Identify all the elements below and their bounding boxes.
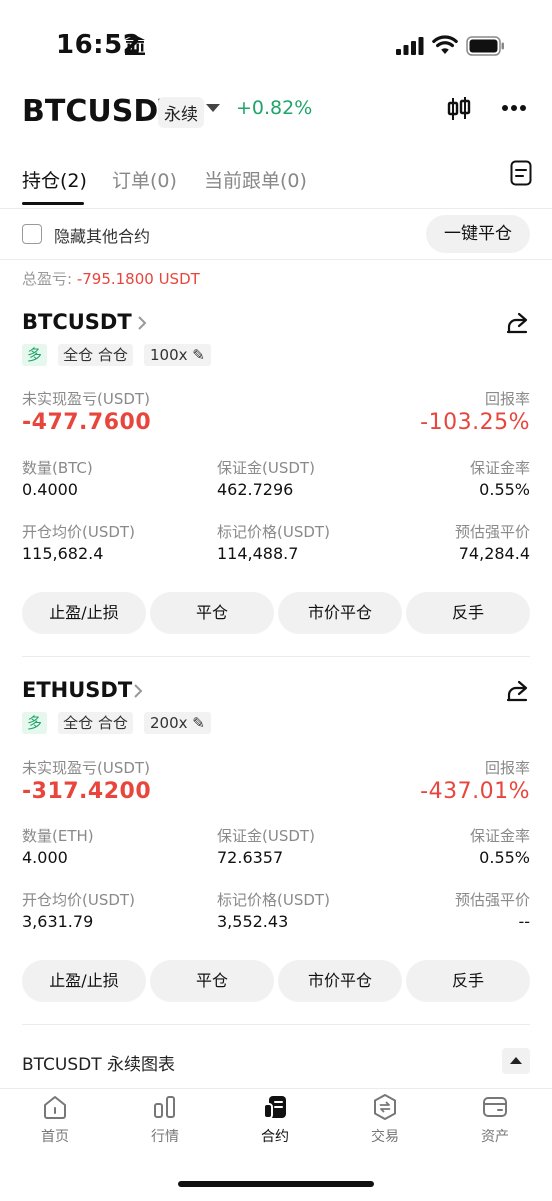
chart-panel-title[interactable]: BTCUSDT 永续图表	[22, 1050, 175, 1075]
quantity-label: 数量(ETH)	[22, 827, 94, 845]
edit-icon: ✎	[192, 714, 205, 732]
trade-icon	[374, 1094, 396, 1120]
futures-icon	[263, 1096, 286, 1119]
position-tags: 多 全仓 合仓 100x ✎	[22, 344, 211, 368]
wallet-icon	[483, 1097, 507, 1117]
total-pnl-label: 总盈亏:	[22, 270, 77, 288]
tp-sl-button[interactable]: 止盈/止损	[22, 592, 146, 634]
filter-divider	[0, 259, 552, 260]
symbol-title[interactable]: BTCUSDT	[22, 94, 179, 129]
tab-positions[interactable]: 持仓(2)	[22, 166, 87, 193]
price-change: +0.82%	[236, 97, 313, 119]
liq-price-label: 预估强平价	[454, 523, 530, 541]
share-icon[interactable]	[505, 311, 529, 335]
entry-price-label: 开仓均价(USDT)	[22, 523, 135, 541]
leverage-badge[interactable]: 100x ✎	[143, 344, 211, 366]
liq-price-value: 74,284.4	[458, 544, 530, 563]
status-bar: 16:52	[0, 0, 552, 88]
market-close-button[interactable]: 市价平仓	[278, 960, 402, 1002]
cellular-signal-icon	[396, 37, 424, 55]
margin-ratio-value: 0.55%	[479, 848, 530, 867]
chevron-right-icon[interactable]	[133, 683, 143, 699]
home-indicator	[178, 1181, 374, 1187]
margin-ratio-value: 0.55%	[479, 480, 530, 499]
leverage-value: 100x	[149, 346, 188, 364]
reverse-position-button[interactable]: 反手	[406, 592, 530, 634]
margin-mode-badge: 全仓 合仓	[58, 712, 133, 734]
pnl-label: 未实现盈亏(USDT)	[22, 390, 150, 408]
mark-price-value: 114,488.7	[217, 544, 299, 563]
roe-value: -437.01%	[420, 779, 530, 804]
more-options-icon[interactable]	[501, 104, 527, 112]
nav-label: 首页	[41, 1129, 69, 1145]
symbol-dropdown-icon[interactable]	[206, 104, 220, 112]
hide-other-contracts-label: 隐藏其他合约	[54, 227, 151, 246]
bank-icon	[125, 35, 145, 55]
entry-price-value: 115,682.4	[22, 544, 104, 563]
quantity-value: 4.000	[22, 848, 68, 867]
edit-icon: ✎	[192, 346, 205, 364]
total-pnl: 总盈亏: -795.1800 USDT	[22, 268, 200, 289]
nav-label: 资产	[481, 1129, 509, 1145]
total-pnl-value: -795.1800 USDT	[76, 270, 200, 288]
mark-price-label: 标记价格(USDT)	[217, 891, 330, 909]
home-icon	[44, 1096, 66, 1119]
wifi-icon	[432, 35, 458, 54]
unrealized-pnl: -477.7600	[22, 410, 152, 435]
expand-chart-button[interactable]	[502, 1048, 530, 1074]
quantity-value: 0.4000	[22, 480, 78, 499]
mark-price-label: 标记价格(USDT)	[217, 523, 330, 541]
margin-mode-badge: 全仓 合仓	[58, 344, 133, 366]
entry-price-value: 3,631.79	[22, 912, 94, 931]
nav-label: 合约	[261, 1129, 289, 1145]
quantity-label: 数量(BTC)	[22, 459, 93, 477]
margin-value: 72.6357	[217, 848, 284, 867]
nav-label: 交易	[371, 1129, 399, 1145]
close-all-button[interactable]: 一键平仓	[426, 215, 530, 253]
market-icon	[154, 1096, 175, 1118]
leverage-value: 200x	[149, 714, 188, 732]
margin-label: 保证金(USDT)	[217, 827, 315, 845]
unrealized-pnl: -317.4200	[22, 779, 152, 804]
roe-value: -103.25%	[420, 410, 530, 435]
position-divider	[22, 1024, 530, 1025]
mark-price-value: 3,552.43	[217, 912, 289, 931]
margin-ratio-label: 保证金率	[469, 827, 530, 845]
battery-icon	[466, 36, 504, 56]
tab-copy-trades[interactable]: 当前跟单(0)	[204, 166, 307, 193]
entry-price-label: 开仓均价(USDT)	[22, 891, 135, 909]
margin-value: 462.7296	[217, 480, 294, 499]
roe-label: 回报率	[484, 390, 530, 408]
liq-price-value: --	[518, 912, 530, 931]
leverage-badge[interactable]: 200x ✎	[143, 712, 211, 734]
reverse-position-button[interactable]: 反手	[406, 960, 530, 1002]
margin-label: 保证金(USDT)	[217, 459, 315, 477]
active-tab-indicator	[22, 202, 84, 205]
pnl-label: 未实现盈亏(USDT)	[22, 759, 150, 777]
position-symbol[interactable]: ETHUSDT	[22, 678, 132, 702]
liq-price-label: 预估强平价	[454, 891, 530, 909]
hide-other-contracts-checkbox[interactable]	[22, 224, 42, 244]
tp-sl-button[interactable]: 止盈/止损	[22, 960, 146, 1002]
notes-icon[interactable]	[510, 160, 532, 186]
caret-up-icon	[510, 1057, 522, 1064]
chevron-right-icon[interactable]	[137, 315, 147, 331]
contract-type-badge: 永续	[158, 97, 204, 128]
tab-orders[interactable]: 订单(0)	[112, 166, 177, 193]
share-icon[interactable]	[505, 679, 529, 703]
roe-label: 回报率	[484, 759, 530, 777]
position-symbol[interactable]: BTCUSDT	[22, 310, 132, 334]
candlestick-chart-icon[interactable]	[446, 96, 472, 122]
side-badge: 多	[22, 712, 48, 734]
position-divider	[22, 656, 530, 657]
position-tags: 多 全仓 合仓 200x ✎	[22, 712, 211, 736]
margin-ratio-label: 保证金率	[469, 459, 530, 477]
tabs-divider	[0, 208, 552, 209]
close-position-button[interactable]: 平仓	[150, 960, 274, 1002]
nav-label: 行情	[151, 1129, 179, 1145]
side-badge: 多	[22, 344, 48, 366]
close-position-button[interactable]: 平仓	[150, 592, 274, 634]
market-close-button[interactable]: 市价平仓	[278, 592, 402, 634]
